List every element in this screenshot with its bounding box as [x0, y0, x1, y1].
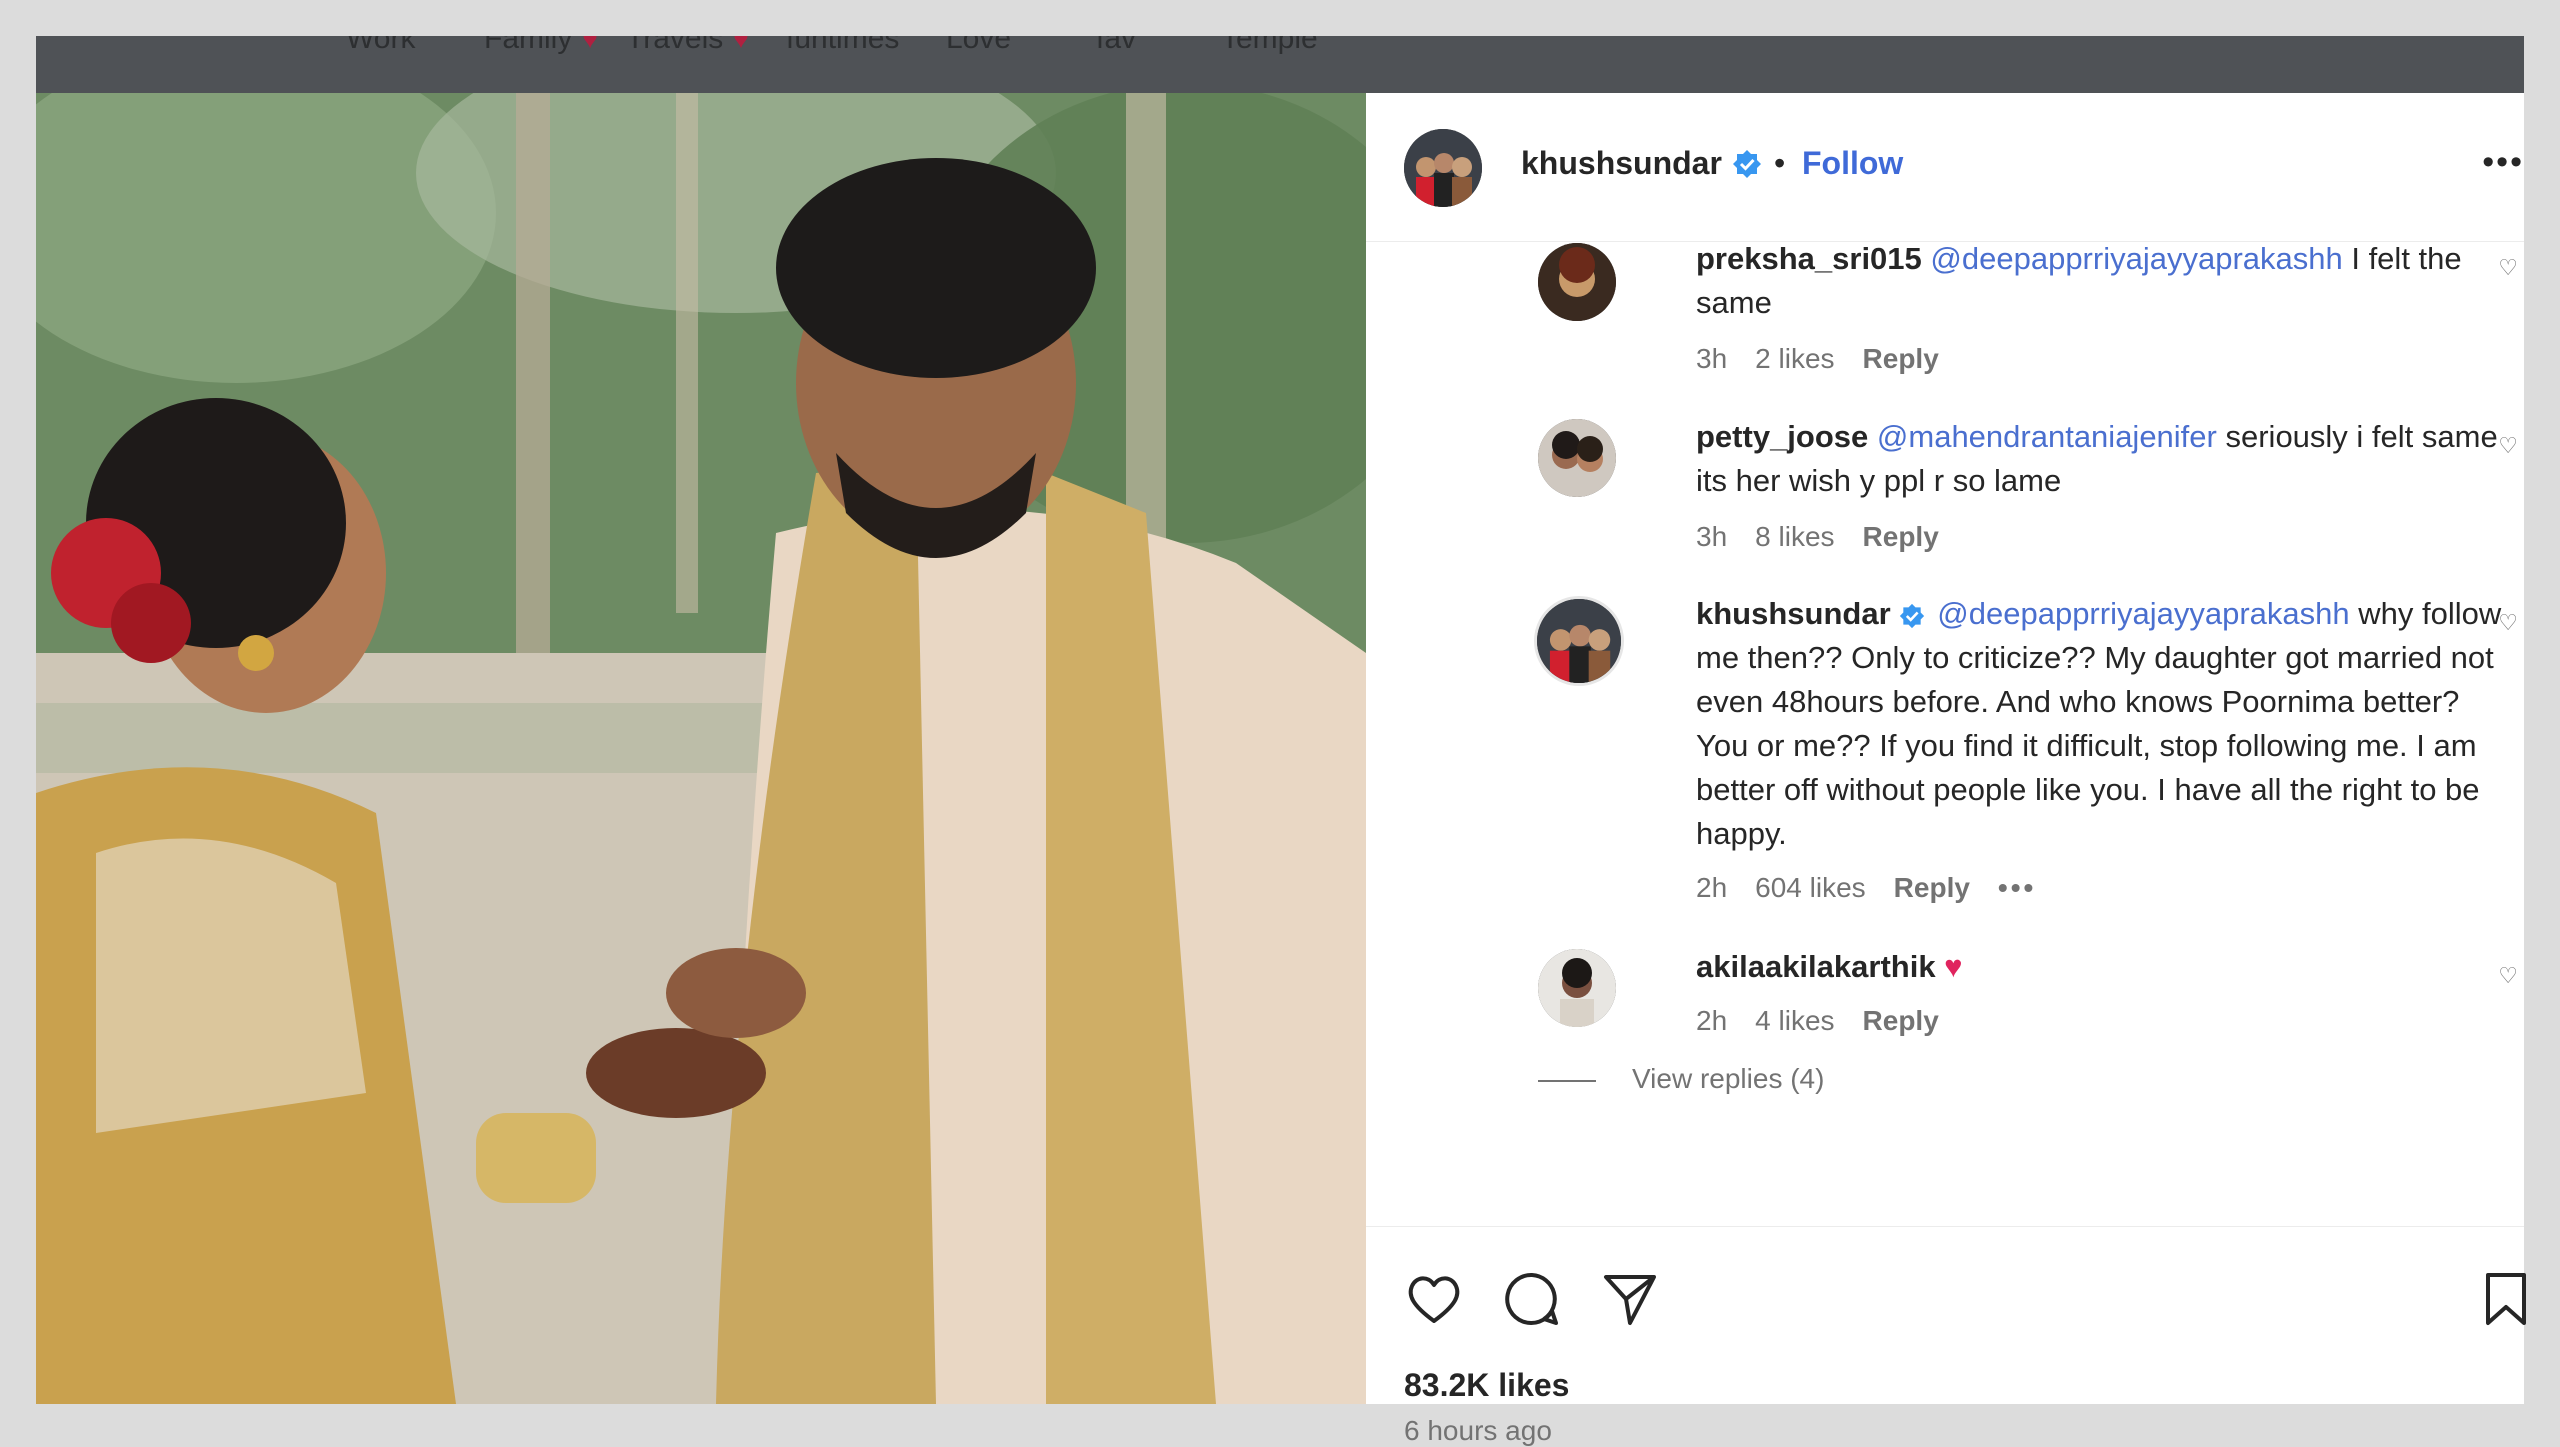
view-replies-button[interactable]: View replies (4): [1538, 1063, 1824, 1095]
reply-button[interactable]: Reply: [1863, 343, 1939, 374]
comment-meta: 3h 8 likes Reply: [1696, 521, 1939, 552]
more-options-icon[interactable]: •••: [2482, 143, 2524, 182]
avatar-image: [1538, 949, 1616, 1027]
highlight-love[interactable]: Love: [946, 36, 1011, 56]
comment-username[interactable]: preksha_sri015: [1696, 241, 1922, 276]
comment-text: khushsundar @deepapprriyajayyaprakashh w…: [1696, 596, 2502, 851]
post-username[interactable]: khushsundar: [1521, 145, 1762, 182]
verified-badge-icon: [1899, 603, 1924, 629]
comment-icon[interactable]: [1502, 1269, 1562, 1329]
mention-link[interactable]: @deepapprriyajayyaprakashh: [1937, 596, 2349, 631]
comment-text: akilaakilakarthik ♥: [1696, 945, 2506, 989]
heart-outline-icon[interactable]: ♡: [2498, 255, 2518, 281]
heart-icon[interactable]: [1404, 1269, 1464, 1329]
comments-list: preksha_sri015 @deepapprriyajayyaprakash…: [1366, 241, 2524, 1226]
bookmark-icon[interactable]: [2476, 1269, 2536, 1329]
couple-photo-illustration: [36, 93, 1366, 1404]
share-icon[interactable]: [1600, 1269, 1660, 1329]
avatar-image: [1538, 243, 1616, 321]
comment-username[interactable]: petty_joose: [1696, 419, 1868, 454]
comment-meta: 2h 4 likes Reply: [1696, 1005, 1939, 1036]
highlight-work[interactable]: Work: [346, 36, 415, 56]
comment-meta: 3h 2 likes Reply: [1696, 343, 1939, 374]
highlights-bar: Work Family ♥ Travels ♥ funtimes Love fav …: [36, 36, 2524, 93]
avatar[interactable]: [1404, 129, 1482, 207]
post-timestamp: 6 hours ago: [1404, 1415, 1552, 1446]
highlight-funtimes[interactable]: funtimes: [786, 36, 899, 56]
heart-outline-icon[interactable]: ♡: [2498, 610, 2518, 636]
comment-options-icon[interactable]: •••: [1998, 872, 2036, 903]
comment-text: preksha_sri015 @deepapprriyajayyaprakash…: [1696, 241, 2462, 320]
heart-icon: ♥: [582, 36, 598, 54]
comment-meta: 2h 604 likes Reply •••: [1696, 872, 2037, 903]
mention-link[interactable]: @deepapprriyajayyaprakashh: [1930, 241, 2342, 276]
reply-button[interactable]: Reply: [1863, 1005, 1939, 1036]
reply-button[interactable]: Reply: [1894, 872, 1970, 903]
post-actions: 83.2K likes 6 hours ago: [1366, 1226, 2526, 1446]
avatar[interactable]: [1538, 243, 1616, 321]
follow-button[interactable]: Follow: [1802, 145, 1903, 182]
heart-icon: ♥: [733, 36, 749, 54]
separator-dot: •: [1774, 145, 1786, 181]
mention-link[interactable]: @mahendrantaniajenifer: [1877, 419, 2217, 454]
red-heart-emoji: ♥: [1935, 949, 1963, 984]
like-count[interactable]: 83.2K likes: [1404, 1367, 1569, 1404]
highlight-family[interactable]: Family ♥: [484, 36, 598, 56]
post-header: khushsundar • Follow •••: [1366, 93, 2524, 242]
comment-text: petty_joose @mahendrantaniajenifer serio…: [1696, 419, 2498, 498]
browser-content: Work Family ♥ Travels ♥ funtimes Love fav …: [36, 36, 2526, 1446]
comment-username[interactable]: khushsundar: [1696, 596, 1891, 631]
highlight-fav[interactable]: fav: [1096, 36, 1136, 56]
comments-panel: khushsundar • Follow ••• preksha_sri015 …: [1366, 93, 2526, 1446]
post-photo[interactable]: [36, 93, 1366, 1404]
heart-outline-icon[interactable]: ♡: [2498, 433, 2518, 459]
divider-line: [1538, 1079, 1596, 1082]
reply-button[interactable]: Reply: [1863, 521, 1939, 552]
avatar[interactable]: [1538, 949, 1616, 1027]
highlight-temple[interactable]: Temple: [1221, 36, 1318, 56]
avatar[interactable]: [1538, 419, 1616, 497]
highlight-travels[interactable]: Travels ♥: [626, 36, 749, 56]
comment-username[interactable]: akilaakilakarthik: [1696, 949, 1936, 984]
avatar-image: [1538, 419, 1616, 497]
avatar-image: [1537, 599, 1621, 683]
heart-outline-icon[interactable]: ♡: [2498, 963, 2518, 989]
avatar[interactable]: [1534, 596, 1624, 686]
avatar-image: [1404, 129, 1482, 207]
verified-badge-icon: [1732, 150, 1761, 178]
